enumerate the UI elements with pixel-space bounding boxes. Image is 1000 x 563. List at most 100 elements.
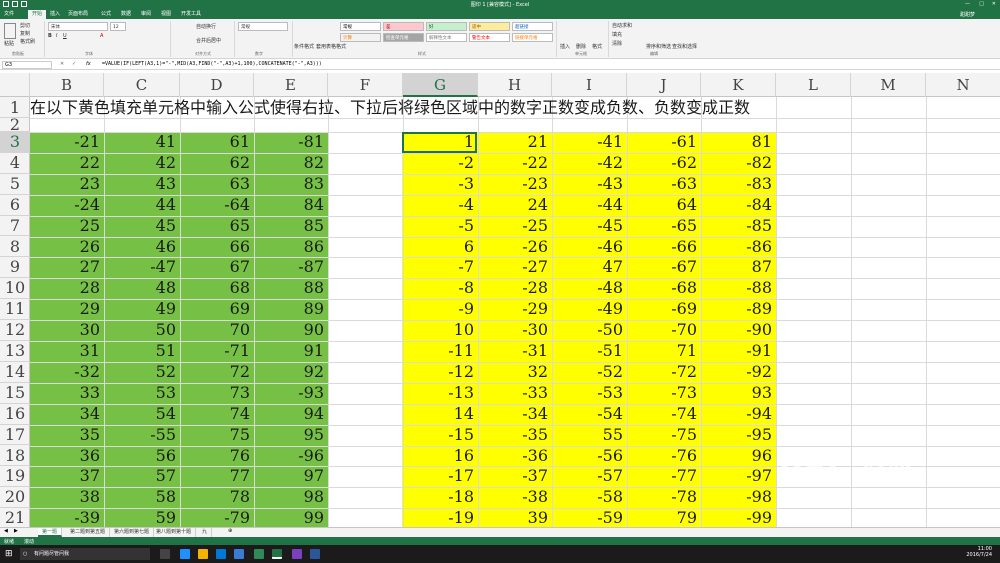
column-header-F[interactable]: F	[328, 73, 403, 97]
yellow-cell[interactable]: 32	[478, 362, 552, 383]
insert-button[interactable]: 插入	[560, 43, 570, 50]
row-header-17[interactable]: 17	[0, 425, 30, 446]
yellow-cell[interactable]: -72	[627, 362, 701, 383]
insert-function-icon[interactable]: fx	[86, 61, 91, 67]
task-view-icon[interactable]	[160, 549, 170, 559]
yellow-cell[interactable]: -67	[627, 257, 701, 278]
green-cell[interactable]: 85	[254, 216, 328, 237]
row-header-15[interactable]: 15	[0, 383, 30, 404]
green-cell[interactable]: -87	[254, 257, 328, 278]
row-header-9[interactable]: 9	[0, 257, 30, 279]
app2-icon[interactable]	[254, 549, 264, 559]
close-button[interactable]: ✕	[992, 1, 996, 7]
cell-style-2[interactable]: 好	[426, 22, 467, 31]
yellow-cell[interactable]: 79	[627, 508, 701, 527]
row-header-7[interactable]: 7	[0, 216, 30, 237]
sort-filter-button[interactable]: 排序和筛选	[646, 43, 671, 50]
green-cell[interactable]: 68	[180, 278, 254, 299]
yellow-cell[interactable]: -56	[552, 446, 627, 467]
row-header-16[interactable]: 16	[0, 404, 30, 425]
yellow-cell[interactable]: -44	[552, 195, 627, 216]
cell-style-8[interactable]: 警告文本	[469, 33, 510, 42]
green-cell[interactable]: -71	[180, 341, 254, 362]
green-cell[interactable]: 84	[254, 195, 328, 216]
green-cell[interactable]: 76	[180, 446, 254, 467]
yellow-cell[interactable]: -62	[627, 153, 701, 174]
yellow-cell[interactable]: 81	[701, 132, 776, 153]
green-cell[interactable]: 58	[104, 487, 180, 508]
bold-button[interactable]: B	[48, 33, 52, 39]
yellow-cell[interactable]: -18	[403, 487, 478, 508]
green-cell[interactable]: -55	[104, 425, 180, 446]
yellow-cell[interactable]: -78	[627, 487, 701, 508]
font-color-button[interactable]: A	[100, 33, 103, 39]
green-cell[interactable]: 25	[30, 216, 104, 237]
yellow-cell[interactable]: 16	[403, 446, 478, 467]
cut-button[interactable]: 剪切	[20, 22, 30, 29]
column-header-C[interactable]: C	[104, 73, 180, 97]
ribbon-tab-4[interactable]: 公式	[97, 10, 115, 19]
green-cell[interactable]: 36	[30, 446, 104, 467]
yellow-cell[interactable]: -59	[552, 508, 627, 527]
green-cell[interactable]: 38	[30, 487, 104, 508]
clock[interactable]: 11:00 2016/7/24	[966, 546, 992, 558]
yellow-cell[interactable]: -85	[701, 216, 776, 237]
sheet-tab-1[interactable]: 第二题到第五题	[66, 528, 111, 537]
green-cell[interactable]: 28	[30, 278, 104, 299]
yellow-cell[interactable]: 21	[478, 132, 552, 153]
yellow-cell[interactable]: -89	[701, 299, 776, 320]
green-cell[interactable]: 91	[254, 341, 328, 362]
green-cell[interactable]: 22	[30, 153, 104, 174]
format-as-table-button[interactable]: 套用表格格式	[316, 43, 346, 50]
yellow-cell[interactable]: 96	[701, 446, 776, 467]
clear-button[interactable]: 清除	[612, 40, 622, 47]
yellow-cell[interactable]: -15	[403, 425, 478, 446]
yellow-cell[interactable]: -36	[478, 446, 552, 467]
font-name-select[interactable]: 宋体	[48, 22, 108, 31]
yellow-cell[interactable]: -95	[701, 425, 776, 446]
yellow-cell[interactable]: -34	[478, 404, 552, 425]
yellow-cell[interactable]: -54	[552, 404, 627, 425]
excel-icon[interactable]	[272, 549, 282, 559]
green-cell[interactable]: 48	[104, 278, 180, 299]
yellow-cell[interactable]: -77	[627, 466, 701, 487]
yellow-cell[interactable]: -58	[552, 487, 627, 508]
delete-button[interactable]: 删除	[576, 43, 586, 50]
green-cell[interactable]: -24	[30, 195, 104, 216]
yellow-cell[interactable]: -63	[627, 174, 701, 195]
yellow-cell[interactable]: -83	[701, 174, 776, 195]
green-cell[interactable]: 31	[30, 341, 104, 362]
green-cell[interactable]: -47	[104, 257, 180, 278]
yellow-cell[interactable]: -43	[552, 174, 627, 195]
cell-style-3[interactable]: 适中	[469, 22, 510, 31]
autosum-button[interactable]: 自动求和	[612, 22, 632, 29]
yellow-cell[interactable]: -31	[478, 341, 552, 362]
column-header-L[interactable]: L	[776, 73, 851, 97]
yellow-cell[interactable]: -17	[403, 466, 478, 487]
row-header-11[interactable]: 11	[0, 299, 30, 321]
yellow-cell[interactable]: -11	[403, 341, 478, 362]
green-cell[interactable]: 46	[104, 237, 180, 258]
minimize-button[interactable]: —	[965, 1, 970, 7]
green-cell[interactable]: 35	[30, 425, 104, 446]
yellow-cell[interactable]: -57	[552, 466, 627, 487]
cell-style-5[interactable]: 计算	[340, 33, 381, 42]
green-cell[interactable]: -79	[180, 508, 254, 527]
column-header-J[interactable]: J	[627, 73, 701, 97]
row-header-2[interactable]: 2	[0, 117, 30, 133]
column-header-H[interactable]: H	[478, 73, 552, 97]
row-header-12[interactable]: 12	[0, 320, 30, 341]
green-cell[interactable]: 41	[104, 132, 180, 153]
green-cell[interactable]: 75	[180, 425, 254, 446]
yellow-cell[interactable]: -13	[403, 383, 478, 404]
yellow-cell[interactable]: -65	[627, 216, 701, 237]
green-cell[interactable]: -32	[30, 362, 104, 383]
yellow-cell[interactable]: -92	[701, 362, 776, 383]
green-cell[interactable]: 65	[180, 216, 254, 237]
green-cell[interactable]: 26	[30, 237, 104, 258]
yellow-cell[interactable]: 87	[701, 257, 776, 278]
yellow-cell[interactable]: -8	[403, 278, 478, 299]
yellow-cell[interactable]: 24	[478, 195, 552, 216]
green-cell[interactable]: 42	[104, 153, 180, 174]
yellow-cell[interactable]: -27	[478, 257, 552, 278]
